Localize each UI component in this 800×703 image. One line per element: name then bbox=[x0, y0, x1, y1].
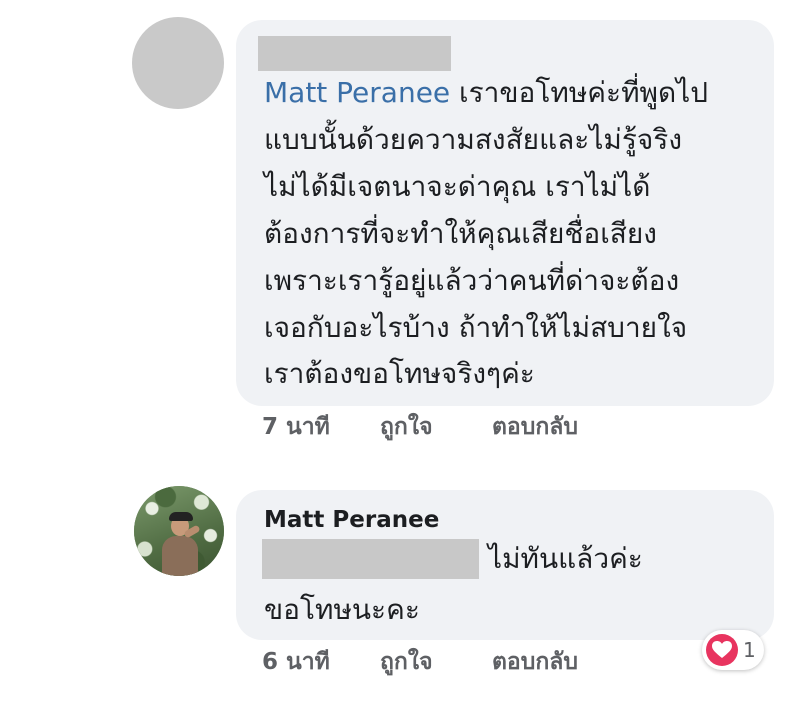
comment-author-name[interactable]: Matt Peranee bbox=[264, 505, 439, 535]
comment-timestamp[interactable]: 6 นาที bbox=[262, 647, 330, 677]
reply-button[interactable]: ตอบกลับ bbox=[492, 412, 578, 442]
comment-text-line: ขอโทษนะคะ bbox=[264, 593, 420, 626]
comment-text-line: แบบนั้นด้วยความสงสัยและไม่รู้จริง bbox=[264, 123, 683, 156]
comment-text-line: Matt Peranee เราขอโทษค่ะที่พูดไป bbox=[264, 76, 708, 110]
comment-text-line: ไม่ทันแล้วค่ะ bbox=[488, 542, 643, 575]
mention-link[interactable]: Matt Peranee bbox=[264, 76, 450, 109]
comment-timestamp[interactable]: 7 นาที bbox=[262, 412, 330, 442]
like-button[interactable]: ถูกใจ bbox=[380, 412, 433, 442]
commenter-avatar[interactable] bbox=[132, 17, 224, 109]
reaction-count: 1 bbox=[743, 638, 756, 662]
avatar-person-cap bbox=[169, 512, 193, 521]
comment-text-line: เจอกับอะไรบ้าง ถ้าทำให้ไม่สบายใจ bbox=[264, 311, 688, 344]
comment-text-line: ต้องการที่จะทำให้คุณเสียชื่อเสียง bbox=[264, 217, 657, 250]
reply-button[interactable]: ตอบกลับ bbox=[492, 647, 578, 677]
heart-glyph bbox=[712, 641, 732, 658]
commenter-avatar-photo[interactable] bbox=[134, 486, 224, 576]
comment-text-line: เพราะเรารู้อยู่แล้วว่าคนที่ด่าจะต้อง bbox=[264, 264, 680, 297]
avatar-person bbox=[162, 536, 198, 576]
redacted-author-name bbox=[258, 36, 451, 71]
redacted-mention bbox=[262, 539, 479, 579]
heart-icon bbox=[706, 634, 738, 666]
reaction-summary[interactable]: 1 bbox=[702, 630, 764, 670]
comment-text-line: ไม่ได้มีเจตนาจะด่าคุณ เราไม่ได้ bbox=[264, 170, 651, 203]
like-button[interactable]: ถูกใจ bbox=[380, 647, 433, 677]
comment-text: เราขอโทษค่ะที่พูดไป bbox=[450, 76, 709, 109]
comment-text-line: เราต้องขอโทษจริงๆค่ะ bbox=[264, 357, 535, 390]
